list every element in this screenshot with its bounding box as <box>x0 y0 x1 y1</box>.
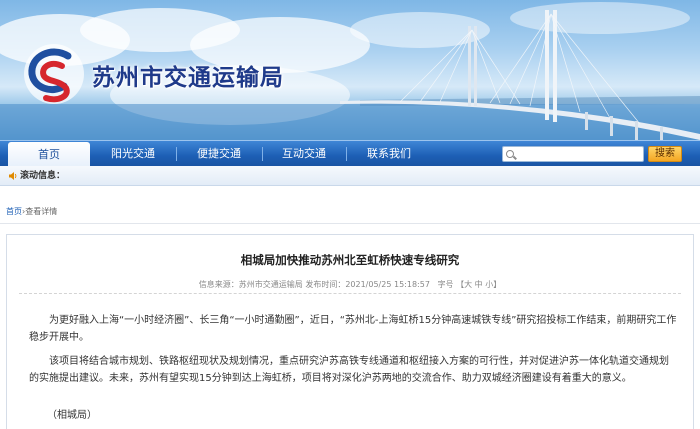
article-title: 相城局加快推动苏州北至虹桥快速专线研究 <box>240 253 460 267</box>
scrolling-news-bar: 滚动信息： <box>0 166 700 186</box>
article-panel: 相城局加快推动苏州北至虹桥快速专线研究 信息来源：苏州市交通运输局 发布时间：2… <box>6 234 694 429</box>
article-meta: 信息来源：苏州市交通运输局 发布时间：2021/05/25 15:18:57 字… <box>198 280 502 289</box>
font-size-large[interactable]: 大 <box>464 280 472 289</box>
article-signature: （相城局） <box>47 410 97 421</box>
search-button[interactable]: 搜索 <box>648 146 682 162</box>
meta-source: 信息来源：苏州市交通运输局 <box>198 280 303 289</box>
main-nav: 首页 阳光交通 便捷交通 互动交通 联系我们 搜索 <box>0 140 700 167</box>
breadcrumb-divider <box>0 223 700 224</box>
speaker-icon <box>9 172 17 180</box>
font-size-medium[interactable]: 中 <box>475 280 483 289</box>
nav-item-sunshine-traffic[interactable]: 阳光交通 <box>92 141 174 167</box>
nav-item-contact-us[interactable]: 联系我们 <box>348 141 430 167</box>
breadcrumb-current: 查看详情 <box>25 207 58 216</box>
site-title: 苏州市交通运输局 <box>92 65 284 91</box>
header-banner: 苏州市交通运输局 <box>0 0 700 140</box>
ticker-label: 滚动信息： <box>20 171 66 181</box>
nav-divider <box>176 147 177 161</box>
article-paragraph: 该项目将结合城市规划、铁路枢纽现状及规划情况，重点研究沪苏高铁专线通道和枢纽接入… <box>29 356 669 384</box>
bureau-logo <box>24 44 84 104</box>
breadcrumb-home-link[interactable]: 首页 <box>6 207 22 216</box>
meta-published: 发布时间：2021/05/25 15:18:57 <box>305 280 430 289</box>
font-size-small[interactable]: 小 <box>485 280 493 289</box>
meta-font-size-label: 字号 <box>437 280 454 289</box>
nav-item-interactive-traffic[interactable]: 互动交通 <box>264 141 344 167</box>
meta-divider <box>19 293 681 294</box>
search-icon <box>506 150 514 158</box>
nav-item-convenient-traffic[interactable]: 便捷交通 <box>178 141 260 167</box>
article-paragraph: 为更好融入上海“一小时经济圈”、长三角“一小时通勤圈”，近日，“苏州北-上海虹桥… <box>29 315 677 343</box>
breadcrumb: 首页›查看详情 <box>6 206 57 218</box>
nav-divider <box>346 147 347 161</box>
nav-item-home[interactable]: 首页 <box>8 142 90 167</box>
nav-divider <box>262 147 263 161</box>
search-input[interactable] <box>502 146 644 162</box>
